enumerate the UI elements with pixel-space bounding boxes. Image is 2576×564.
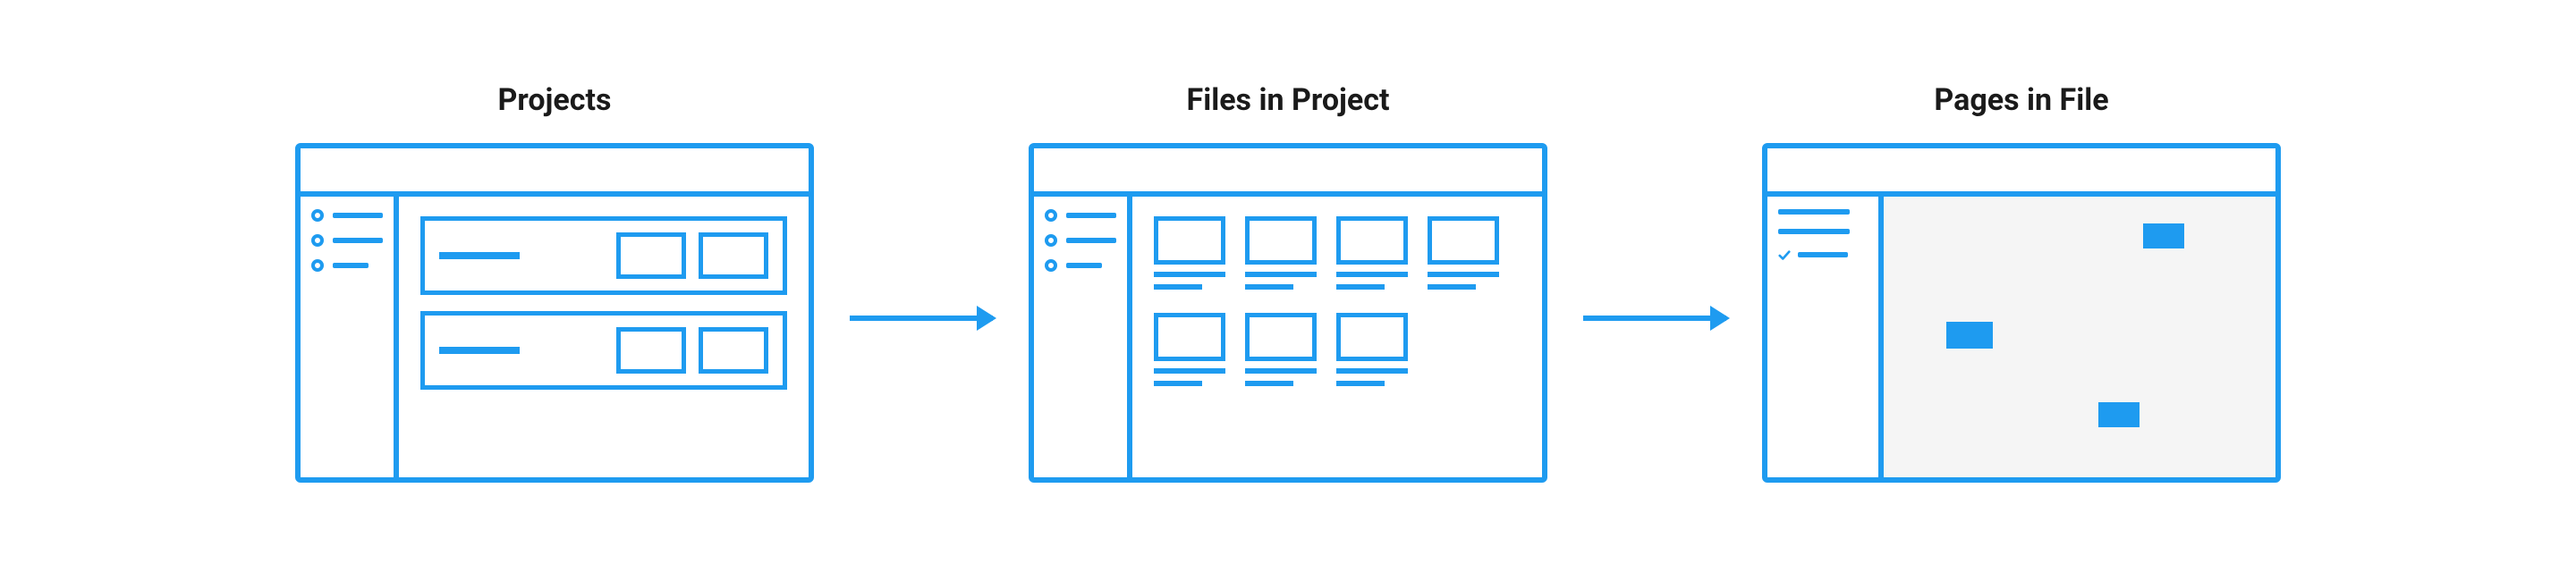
files-sidebar [1034, 197, 1132, 477]
files-window [1029, 143, 1547, 483]
frame [2143, 223, 2184, 248]
frame [1946, 322, 1993, 349]
project-label [439, 347, 520, 354]
projects-title: Projects [498, 82, 612, 118]
sidebar-item [1045, 259, 1116, 272]
file-item [1245, 216, 1317, 290]
bullet-icon [311, 234, 324, 247]
project-thumb [699, 232, 768, 279]
projects-sidebar [301, 197, 399, 477]
files-main [1132, 197, 1542, 477]
bullet-icon [311, 209, 324, 222]
file-item [1336, 216, 1408, 290]
projects-main [399, 197, 809, 477]
project-thumb [699, 327, 768, 374]
sidebar-item [1045, 209, 1116, 222]
check-icon [1778, 248, 1791, 261]
file-item [1154, 216, 1225, 290]
file-item [1428, 216, 1499, 290]
project-thumb [616, 232, 686, 279]
sidebar-item [311, 234, 383, 247]
bullet-icon [1045, 209, 1057, 222]
project-thumb [616, 327, 686, 374]
file-item [1336, 313, 1408, 386]
file-item [1154, 313, 1225, 386]
files-column: Files in Project [1029, 82, 1547, 483]
pages-canvas [1884, 197, 2275, 477]
files-title: Files in Project [1187, 82, 1390, 118]
sidebar-item [1045, 234, 1116, 247]
sidebar-item [311, 259, 383, 272]
pages-window [1762, 143, 2281, 483]
frame [2098, 402, 2140, 427]
arrow-icon [1583, 316, 1726, 321]
window-titlebar [301, 148, 809, 197]
project-row [420, 216, 787, 295]
bullet-icon [1045, 234, 1057, 247]
navigation-hierarchy-diagram: Projects [0, 0, 2576, 564]
file-item [1245, 313, 1317, 386]
window-titlebar [1767, 148, 2275, 197]
pages-title: Pages in File [1934, 82, 2108, 118]
window-titlebar [1034, 148, 1542, 197]
page-item-selected [1778, 248, 1868, 261]
pages-sidebar [1767, 197, 1884, 477]
project-row [420, 311, 787, 390]
bullet-icon [1045, 259, 1057, 272]
pages-column: Pages in File [1762, 82, 2281, 483]
page-item [1778, 229, 1850, 234]
project-label [439, 252, 520, 259]
page-item [1778, 209, 1850, 215]
arrow-icon [850, 316, 993, 321]
projects-window [295, 143, 814, 483]
sidebar-item [311, 209, 383, 222]
bullet-icon [311, 259, 324, 272]
projects-column: Projects [295, 82, 814, 483]
